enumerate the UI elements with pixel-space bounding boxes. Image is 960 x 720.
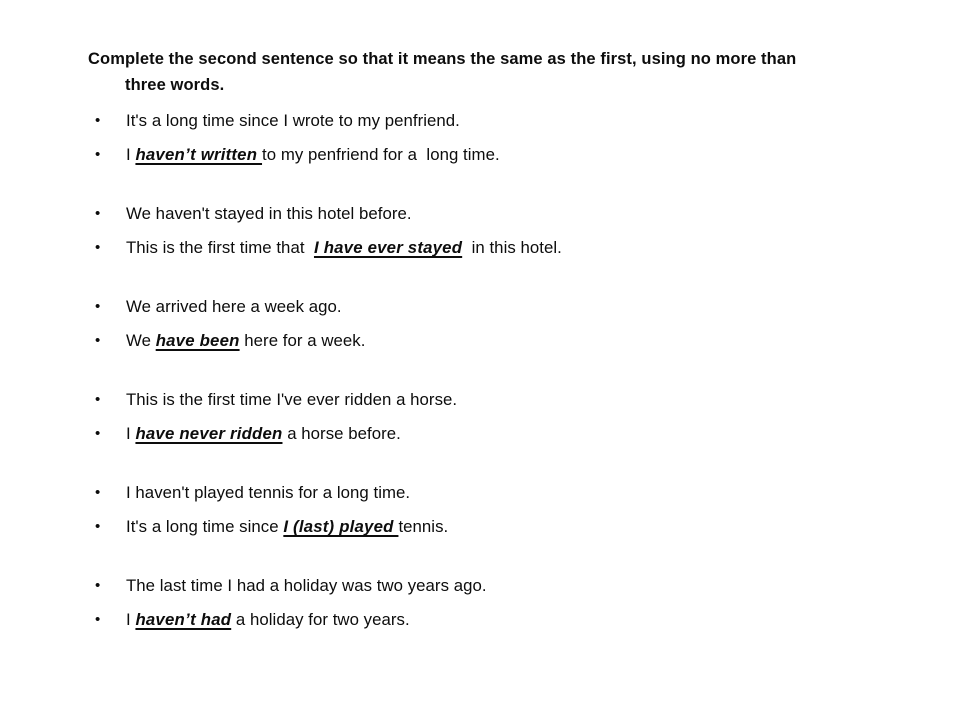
answer-phrase: I have ever stayed: [313, 238, 463, 257]
bullet-row-response: • It's a long time since I (last) played …: [88, 510, 928, 544]
bullet-text: We have been here for a week.: [126, 324, 365, 358]
bullet-point-icon: •: [95, 484, 101, 501]
answer-phrase: have been: [155, 331, 240, 350]
bullet-row-response: • We have been here for a week.: [88, 324, 928, 358]
sentence-segment-before: This is the first time that: [126, 238, 314, 257]
sentence-pair-group: • This is the first time I've ever ridden…: [88, 383, 928, 451]
bullet-text: It's a long time since I wrote to my pen…: [126, 104, 460, 138]
answer-phrase: have never ridden: [135, 424, 283, 443]
bullet-point-icon: •: [95, 391, 101, 408]
bullet-text: I have never ridden a horse before.: [126, 417, 401, 451]
bullet-point-icon: •: [95, 239, 101, 256]
bullet-row-prompt: • This is the first time I've ever ridden…: [88, 383, 928, 417]
sentence-segment-before: It's a long time since I wrote to my pen…: [126, 111, 460, 130]
sentence-segment-after: to my penfriend for a long time.: [262, 145, 500, 164]
exercise-bullet-list: • It's a long time since I wrote to my pe…: [88, 104, 928, 637]
bullet-row-response: • I haven’t written to my penfriend for a…: [88, 138, 928, 172]
bullet-text: This is the first time I've ever ridden …: [126, 383, 457, 417]
bullet-point-icon: •: [95, 425, 101, 442]
sentence-pair-group: • We arrived here a week ago. • We have bee…: [88, 290, 928, 358]
bullet-row-prompt: • I haven't played tennis for a long time…: [88, 476, 928, 510]
slide-title: Complete the second sentence so that it …: [88, 46, 888, 98]
bullet-text: We haven't stayed in this hotel before.: [126, 197, 412, 231]
sentence-pair-group: • It's a long time since I wrote to my pe…: [88, 104, 928, 172]
sentence-segment-after: tennis.: [398, 517, 449, 536]
bullet-point-icon: •: [95, 611, 101, 628]
bullet-row-response: • This is the first time that I have ever…: [88, 231, 928, 265]
bullet-text: I haven't played tennis for a long time.: [126, 476, 410, 510]
slide-title-line-1: Complete the second sentence so that it …: [88, 50, 797, 68]
bullet-point-icon: •: [95, 577, 101, 594]
sentence-segment-before: This is the first time I've ever ridden …: [126, 390, 458, 409]
bullet-row-prompt: • We haven't stayed in this hotel before.: [88, 197, 928, 231]
bullet-point-icon: •: [95, 518, 101, 535]
slide-title-line-2: three words.: [125, 76, 225, 94]
bullet-point-icon: •: [95, 205, 101, 222]
bullet-text: It's a long time since I (last) played t…: [126, 510, 448, 544]
bullet-row-response: • I have never ridden a horse before.: [88, 417, 928, 451]
answer-phrase: haven’t had: [135, 610, 232, 629]
bullet-row-prompt: • It's a long time since I wrote to my pe…: [88, 104, 928, 138]
bullet-row-response: • I haven’t had a holiday for two years.: [88, 603, 928, 637]
bullet-row-prompt: • We arrived here a week ago.: [88, 290, 928, 324]
sentence-segment-after: in this hotel.: [462, 238, 562, 257]
bullet-text: We arrived here a week ago.: [126, 290, 342, 324]
bullet-point-icon: •: [95, 298, 101, 315]
sentence-segment-after: here for a week.: [239, 331, 366, 350]
sentence-segment-before: I haven't played tennis for a long time.: [126, 483, 411, 502]
bullet-point-icon: •: [95, 146, 101, 163]
bullet-row-prompt: • The last time I had a holiday was two y…: [88, 569, 928, 603]
sentence-pair-group: • I haven't played tennis for a long time…: [88, 476, 928, 544]
bullet-text: I haven’t written to my penfriend for a …: [126, 138, 500, 172]
sentence-pair-group: • The last time I had a holiday was two y…: [88, 569, 928, 637]
answer-phrase: haven’t written: [135, 145, 263, 164]
sentence-segment-after: a horse before.: [282, 424, 401, 443]
bullet-point-icon: •: [95, 332, 101, 349]
sentence-segment-before: It's a long time since: [126, 517, 284, 536]
sentence-segment-before: We: [126, 331, 156, 350]
bullet-text: I haven’t had a holiday for two years.: [126, 603, 410, 637]
bullet-text: The last time I had a holiday was two ye…: [126, 569, 487, 603]
sentence-segment-before: We haven't stayed in this hotel before.: [126, 204, 412, 223]
sentence-pair-group: • We haven't stayed in this hotel before.…: [88, 197, 928, 265]
sentence-segment-after: a holiday for two years.: [231, 610, 410, 629]
bullet-point-icon: •: [95, 112, 101, 129]
sentence-segment-before: The last time I had a holiday was two ye…: [126, 576, 487, 595]
answer-phrase: I (last) played: [283, 517, 399, 536]
slide-canvas: Complete the second sentence so that it …: [0, 0, 960, 720]
bullet-text: This is the first time that I have ever …: [126, 231, 562, 265]
sentence-segment-before: We arrived here a week ago.: [126, 297, 342, 316]
